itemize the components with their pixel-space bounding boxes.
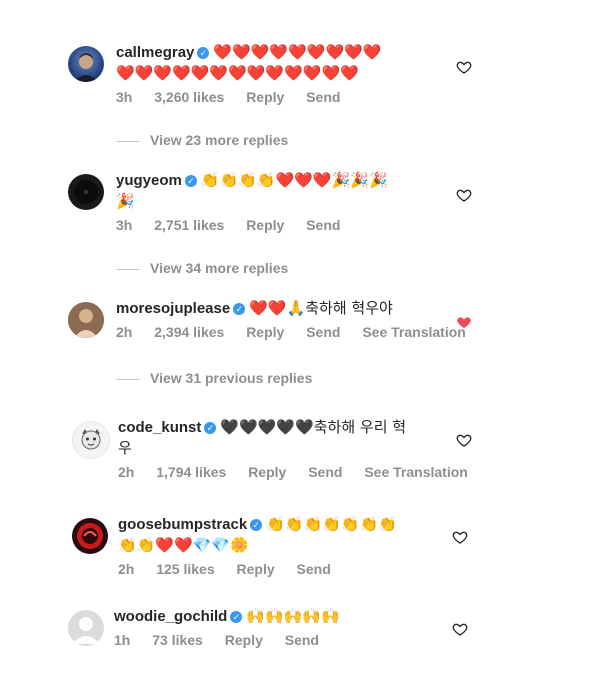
username[interactable]: woodie_gochild [114,608,227,625]
comment-line: woodie_gochild ✓ 🙌🙌🙌🙌🙌 [114,606,340,627]
avatar-photo [74,53,98,82]
like-heart-icon[interactable] [456,59,472,75]
avatar-photo [74,180,98,204]
likes-count[interactable]: 1,794 likes [156,464,226,480]
send-button[interactable]: Send [306,324,340,340]
avatar[interactable] [72,421,110,459]
view-previous-replies-button[interactable]: View 31 previous replies [116,370,312,386]
username[interactable]: goosebumpstrack [118,516,247,533]
comment-body: yugyeom ✓ 👏👏👏👏❤️❤️❤️🎉🎉🎉 🎉 3h 2,751 likes R… [116,170,388,233]
comment-text-continued: 우 [118,439,132,457]
comment-time: 3h [116,89,133,105]
comment-time: 3h [116,217,133,233]
divider [116,140,140,142]
avatar[interactable] [68,302,104,338]
send-button[interactable]: Send [306,89,340,105]
like-heart-icon[interactable] [452,529,468,545]
comment-meta: 2h 2,394 likes Reply Send See Translatio… [116,324,484,340]
likes-count[interactable]: 2,394 likes [154,324,224,340]
send-button[interactable]: Send [306,217,340,233]
comment-meta: 1h 73 likes Reply Send [114,632,340,648]
reply-button[interactable]: Reply [246,217,284,233]
comment-text: 👏👏👏👏❤️❤️❤️🎉🎉🎉 [200,171,388,189]
divider [116,268,140,270]
comment-time: 2h [118,464,135,480]
view-replies-label: View 34 more replies [150,260,289,276]
comment-text-continued: ❤️❤️❤️❤️❤️❤️❤️❤️❤️❤️❤️❤️❤️ [116,64,359,82]
reply-button[interactable]: Reply [246,89,284,105]
liked-heart-icon[interactable] [456,314,472,330]
avatar-photo [81,429,101,450]
avatar-photo [77,523,103,549]
like-heart-icon[interactable] [456,432,472,448]
comment-meta: 2h 1,794 likes Reply Send See Translatio… [118,464,486,480]
comment-line: code_kunst ✓ 🖤🖤🖤🖤🖤축하해 우리 혁 [118,417,486,438]
view-more-replies-button[interactable]: View 23 more replies [116,132,288,148]
comment-time: 2h [118,561,135,577]
username[interactable]: code_kunst [118,419,201,436]
comment-time: 1h [114,632,131,648]
username[interactable]: yugyeom [116,172,182,189]
comment-meta: 2h 125 likes Reply Send [118,561,397,577]
like-heart-icon[interactable] [456,187,472,203]
avatar[interactable] [68,174,104,210]
see-translation-button[interactable]: See Translation [364,464,467,480]
username[interactable]: callmegray [116,44,194,61]
comment-text: ❤️❤️❤️❤️❤️❤️❤️❤️❤️ [213,43,382,61]
avatar[interactable] [68,46,104,82]
view-more-replies-button[interactable]: View 34 more replies [116,260,288,276]
send-button[interactable]: Send [297,561,331,577]
verified-badge-icon: ✓ [233,303,246,315]
default-avatar-icon [72,617,100,644]
comment-time: 2h [116,324,133,340]
reply-button[interactable]: Reply [248,464,286,480]
send-button[interactable]: Send [308,464,342,480]
likes-count[interactable]: 3,260 likes [154,89,224,105]
view-replies-label: View 31 previous replies [150,370,313,386]
comment-line: yugyeom ✓ 👏👏👏👏❤️❤️❤️🎉🎉🎉 [116,170,388,191]
verified-badge-icon: ✓ [250,519,263,531]
comment-body: moresojuplease ✓ ❤️❤️🙏축하해 혁우야 2h 2,394 lik… [116,298,484,340]
verified-badge-icon: ✓ [197,47,210,59]
comment-meta: 3h 2,751 likes Reply Send [116,217,388,233]
send-button[interactable]: Send [285,632,319,648]
likes-count[interactable]: 125 likes [156,561,214,577]
reply-button[interactable]: Reply [246,324,284,340]
username[interactable]: moresojuplease [116,300,230,317]
see-translation-button[interactable]: See Translation [362,324,465,340]
comment-body: woodie_gochild ✓ 🙌🙌🙌🙌🙌 1h 73 likes Reply S… [114,606,340,648]
likes-count[interactable]: 73 likes [152,632,203,648]
verified-badge-icon: ✓ [204,422,217,434]
avatar[interactable] [68,610,104,646]
comment-text: ❤️❤️🙏축하해 혁우야 [249,299,393,317]
comment-body: goosebumpstrack ✓ 👏👏👏👏👏👏👏 👏👏❤️❤️💎💎🌼 2h 125… [118,514,397,577]
view-replies-label: View 23 more replies [150,132,289,148]
verified-badge-icon: ✓ [230,611,243,623]
like-heart-icon[interactable] [452,621,468,637]
comment-text-continued: 👏👏❤️❤️💎💎🌼 [118,536,249,554]
avatar-photo [68,302,104,338]
comment-text: 👏👏👏👏👏👏👏 [266,515,397,533]
comment-line: moresojuplease ✓ ❤️❤️🙏축하해 혁우야 [116,298,484,319]
verified-badge-icon: ✓ [184,175,197,187]
comment-meta: 3h 3,260 likes Reply Send [116,89,381,105]
comment-text: 🙌🙌🙌🙌🙌 [246,607,340,625]
reply-button[interactable]: Reply [237,561,275,577]
comment-text: 🖤🖤🖤🖤🖤축하해 우리 혁 [220,418,407,436]
likes-count[interactable]: 2,751 likes [154,217,224,233]
avatar[interactable] [72,518,108,554]
comment-body: code_kunst ✓ 🖤🖤🖤🖤🖤축하해 우리 혁 우 2h 1,794 like… [118,417,486,480]
comment-line: goosebumpstrack ✓ 👏👏👏👏👏👏👏 [118,514,397,535]
comment-body: callmegray ✓ ❤️❤️❤️❤️❤️❤️❤️❤️❤️ ❤️❤️❤️❤️❤️… [116,42,381,105]
divider [116,378,140,380]
comment-line: callmegray ✓ ❤️❤️❤️❤️❤️❤️❤️❤️❤️ [116,42,381,63]
reply-button[interactable]: Reply [225,632,263,648]
comment-text-continued: 🎉 [116,192,135,210]
